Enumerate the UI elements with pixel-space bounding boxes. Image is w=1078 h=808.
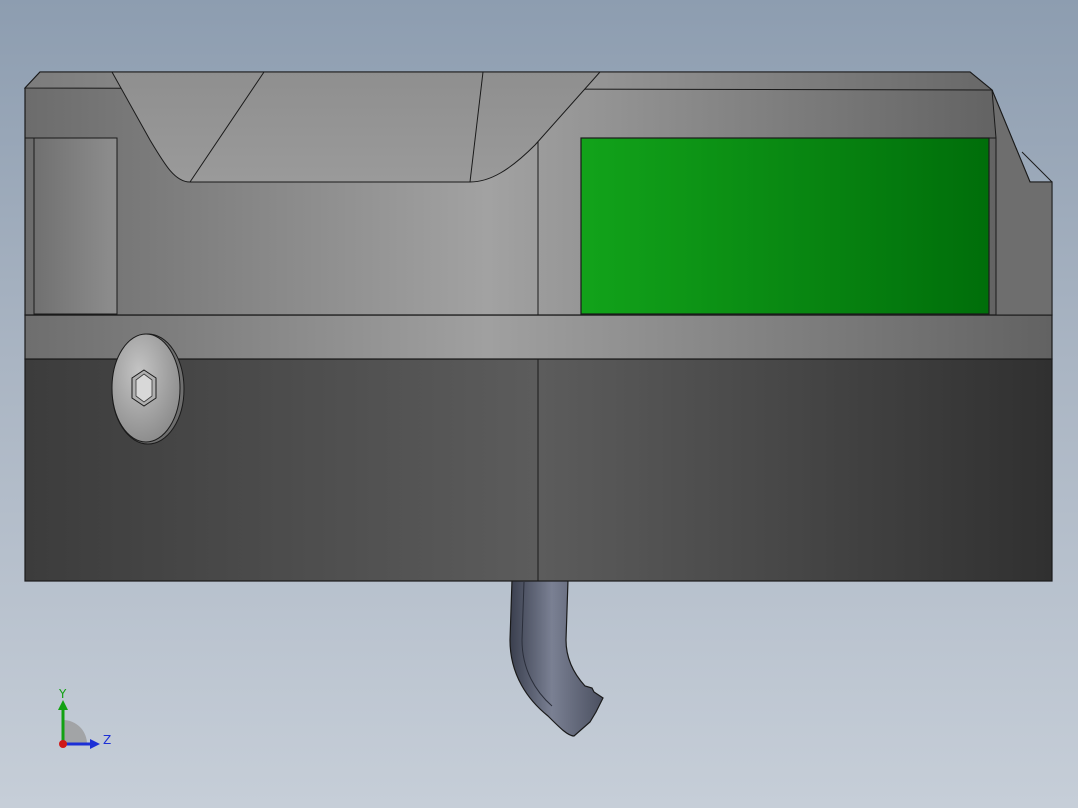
z-axis-label: Z <box>103 733 111 747</box>
y-axis-arrow-icon <box>58 700 68 710</box>
x-axis-point <box>59 740 67 748</box>
mid-flange[interactable] <box>24 314 1053 360</box>
green-indicator-panel[interactable] <box>580 137 996 315</box>
cad-graphics-viewport[interactable]: Y Z <box>0 0 1078 808</box>
cable-tube[interactable] <box>509 579 604 737</box>
hex-socket-screw[interactable] <box>111 333 185 445</box>
part-model-view[interactable] <box>0 0 1078 808</box>
y-axis-label: Y <box>58 687 67 701</box>
triad-arc <box>63 720 87 744</box>
orientation-triad: Y Z <box>58 687 111 749</box>
z-axis-arrow-icon <box>90 739 100 749</box>
